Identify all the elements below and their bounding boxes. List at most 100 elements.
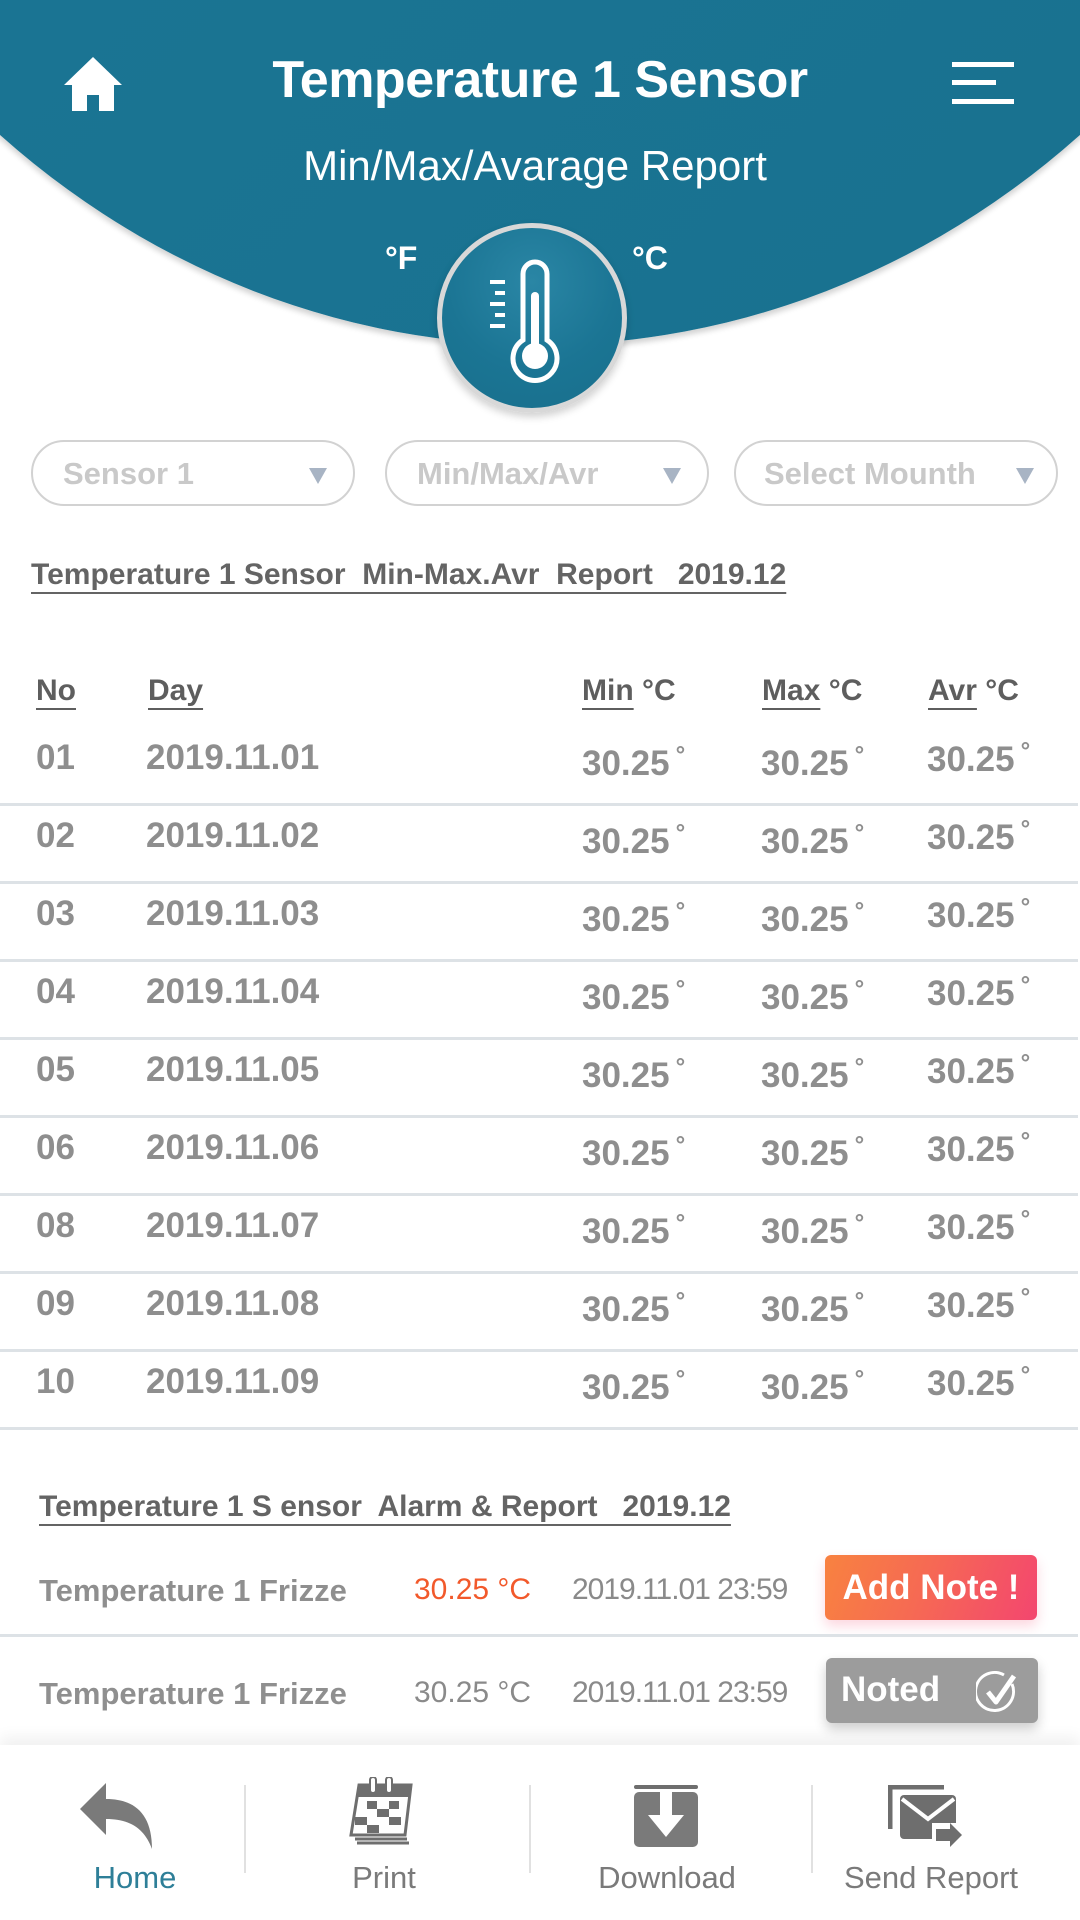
degree-symbol: ° (675, 1132, 686, 1159)
cell-day: 2019.11.09 (146, 1362, 319, 1402)
row-divider (0, 1634, 1078, 1637)
alarm-name: Temperature 1 Frizze (39, 1676, 347, 1711)
cell-max-value: 30.25 (761, 822, 849, 861)
month-select[interactable]: Select Mounth (734, 440, 1058, 506)
cell-max: 30.25 ° (761, 1366, 864, 1408)
column-header-max-label: Max (762, 674, 821, 707)
cell-no-value: 10 (36, 1362, 75, 1401)
cell-avr-value: 30.25 (927, 1364, 1015, 1403)
degree-symbol: ° (675, 742, 686, 769)
column-header-min[interactable]: Min °C (582, 674, 676, 708)
send-mail-icon (888, 1785, 962, 1847)
sensor-select[interactable]: Sensor 1 (31, 440, 355, 506)
cell-day-value: 2019.11.05 (146, 1050, 320, 1089)
row-divider (0, 1349, 1078, 1352)
degree-symbol: ° (1020, 1362, 1031, 1389)
nav-send-report[interactable]: Send Report (796, 1745, 1066, 1920)
report-type-select[interactable]: Min/Max/Avr (385, 440, 709, 506)
cell-avr-value: 30.25 (927, 1286, 1015, 1325)
column-header-max[interactable]: Max °C (762, 674, 862, 708)
degree-symbol: ° (675, 1054, 686, 1081)
column-header-day[interactable]: Day (148, 674, 203, 708)
degree-symbol: ° (854, 820, 865, 847)
cell-min-value: 30.25 (582, 1368, 670, 1407)
degree-symbol: ° (1020, 816, 1031, 843)
nav-download-label: Download (598, 1860, 736, 1895)
menu-button[interactable] (952, 62, 1014, 104)
check-circle-icon (976, 1670, 1017, 1712)
report-section-title: Temperature 1 Sensor Min-Max.Avr Report … (31, 558, 787, 591)
cell-max-value: 30.25 (761, 1368, 849, 1407)
column-header-avr[interactable]: Avr °C (928, 674, 1019, 708)
celsius-toggle[interactable]: °C (632, 240, 668, 277)
add-note-button[interactable]: Add Note ! (825, 1555, 1037, 1620)
cell-max: 30.25 ° (761, 1210, 864, 1252)
nav-print-label: Print (352, 1860, 416, 1895)
cell-avr: 30.25 ° (927, 1128, 1030, 1170)
degree-symbol: ° (675, 1366, 686, 1393)
cell-max-value: 30.25 (761, 1134, 849, 1173)
cell-avr: 30.25 ° (927, 816, 1030, 858)
degree-symbol: ° (854, 898, 865, 925)
column-header-no[interactable]: No (36, 674, 76, 708)
cell-no: 09 (36, 1284, 75, 1324)
cell-day-value: 2019.11.08 (146, 1284, 320, 1323)
column-header-day-label: Day (148, 674, 204, 707)
row-divider (0, 1115, 1078, 1118)
fahrenheit-toggle[interactable]: °F (385, 240, 417, 277)
cell-day-value: 2019.11.04 (146, 972, 320, 1011)
cell-min-value: 30.25 (582, 1290, 670, 1329)
alarm-name: Temperature 1 Frizze (39, 1573, 347, 1608)
cell-no-value: 06 (36, 1128, 75, 1167)
cell-day: 2019.11.07 (146, 1206, 319, 1246)
row-divider (0, 959, 1078, 962)
degree-symbol: ° (1020, 738, 1031, 765)
cell-avr-value: 30.25 (927, 818, 1015, 857)
cell-min-value: 30.25 (582, 1134, 670, 1173)
row-divider (0, 1427, 1078, 1430)
alarm-section-title: Temperature 1 S ensor Alarm & Report 201… (39, 1490, 731, 1523)
cell-avr: 30.25 ° (927, 1362, 1030, 1404)
degree-symbol: ° (675, 898, 686, 925)
cell-avr: 30.25 ° (927, 972, 1030, 1014)
degree-symbol: ° (854, 1054, 865, 1081)
chevron-down-icon (663, 468, 681, 484)
page-title: Temperature 1 Sensor (272, 51, 808, 109)
cell-day: 2019.11.02 (146, 816, 319, 856)
column-unit: °C (828, 674, 863, 707)
nav-print[interactable]: Print (249, 1745, 519, 1920)
alarm-temperature: 30.25 °C (414, 1676, 532, 1709)
degree-symbol: ° (1020, 972, 1031, 999)
noted-button[interactable]: Noted (826, 1658, 1038, 1723)
page-subtitle: Min/Max/Avarage Report (303, 142, 767, 189)
column-unit: °C (642, 674, 676, 707)
cell-avr: 30.25 ° (927, 1206, 1030, 1248)
nav-separator (529, 1785, 531, 1873)
cell-avr: 30.25 ° (927, 1284, 1030, 1326)
degree-symbol: ° (675, 820, 686, 847)
nav-home[interactable]: Home (0, 1745, 270, 1920)
row-divider (0, 1193, 1078, 1196)
sensor-select-value: Sensor 1 (63, 456, 194, 491)
row-divider (0, 1037, 1078, 1040)
cell-day: 2019.11.03 (146, 894, 319, 934)
cell-min: 30.25 ° (582, 1132, 685, 1174)
degree-symbol: ° (1020, 1050, 1031, 1077)
cell-max: 30.25 ° (761, 1054, 864, 1096)
cell-max: 30.25 ° (761, 1132, 864, 1174)
cell-min-value: 30.25 (582, 822, 670, 861)
cell-max: 30.25 ° (761, 898, 864, 940)
cell-min: 30.25 ° (582, 898, 685, 940)
cell-day: 2019.11.05 (146, 1050, 319, 1090)
chevron-down-icon (1016, 468, 1034, 484)
cell-day: 2019.11.08 (146, 1284, 319, 1324)
alarm-timestamp: 2019.11.01 23:59 (572, 1676, 788, 1709)
degree-symbol: ° (854, 976, 865, 1003)
cell-avr-value: 30.25 (927, 1208, 1015, 1247)
cell-no: 08 (36, 1206, 75, 1246)
cell-no: 04 (36, 972, 75, 1012)
nav-download[interactable]: Download (532, 1745, 802, 1920)
thermometer-button[interactable] (437, 223, 627, 413)
cell-min: 30.25 ° (582, 1366, 685, 1408)
thermometer-icon (490, 259, 560, 383)
